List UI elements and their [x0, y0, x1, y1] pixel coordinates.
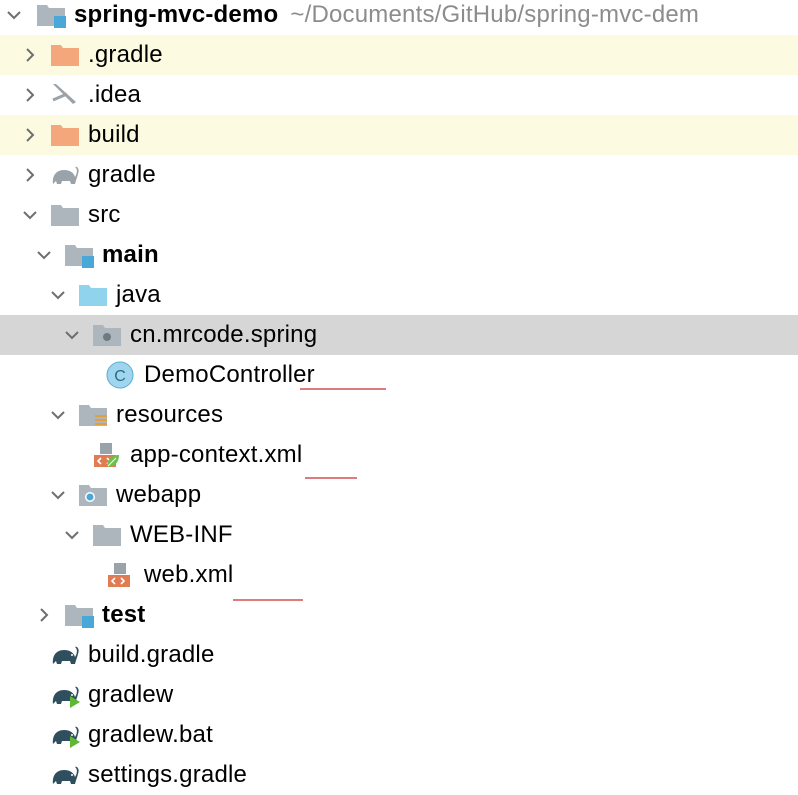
tree-row-idea[interactable]: .idea	[0, 75, 798, 115]
tree-row-main[interactable]: main	[0, 235, 798, 275]
tree-row-demo-controller[interactable]: C DemoController	[0, 355, 798, 395]
tree-item-label: build	[88, 121, 140, 148]
tree-row-web-inf[interactable]: WEB-INF	[0, 515, 798, 555]
chevron-right-icon[interactable]	[34, 605, 54, 625]
tree-item-label: gradlew.bat	[88, 721, 213, 748]
chevron-right-icon[interactable]	[20, 165, 40, 185]
chevron-down-icon[interactable]	[20, 205, 40, 225]
web-folder-icon	[78, 482, 108, 508]
tree-row-test[interactable]: test	[0, 595, 798, 635]
tree-item-label: cn.mrcode.spring	[130, 321, 318, 348]
tree-item-label: .idea	[88, 81, 142, 108]
tree-item-label: build.gradle	[88, 641, 215, 668]
source-folder-icon	[78, 282, 108, 308]
folder-excluded-icon	[50, 122, 80, 148]
project-tree: spring-mvc-demo ~/Documents/GitHub/spring…	[0, 0, 798, 788]
chevron-down-icon[interactable]	[4, 5, 24, 25]
tree-item-label: gradlew	[88, 681, 174, 708]
gradle-wrapper-icon	[50, 722, 80, 748]
tree-row-build-gradle[interactable]: build.gradle	[0, 635, 798, 675]
tree-row-gradle[interactable]: gradle	[0, 155, 798, 195]
chevron-right-icon[interactable]	[20, 125, 40, 145]
tree-item-label: .gradle	[88, 41, 163, 68]
tree-item-label: java	[116, 281, 161, 308]
module-folder-icon	[64, 602, 94, 628]
chevron-down-icon[interactable]	[48, 485, 68, 505]
tree-item-label: web.xml	[144, 561, 234, 588]
tree-item-label: webapp	[116, 481, 202, 508]
gradle-icon	[50, 762, 80, 788]
tree-row-src[interactable]: src	[0, 195, 798, 235]
tree-row-app-context[interactable]: app-context.xml	[0, 435, 798, 479]
idea-settings-icon	[50, 82, 80, 108]
tree-row-gradlew-bat[interactable]: gradlew.bat	[0, 715, 798, 755]
folder-icon	[50, 202, 80, 228]
tree-item-label: src	[88, 201, 121, 228]
folder-excluded-icon	[50, 42, 80, 68]
class-icon: C	[106, 361, 134, 389]
project-name: spring-mvc-demo ~/Documents/GitHub/spring…	[74, 1, 700, 28]
spring-xml-icon	[92, 442, 120, 468]
tree-row-settings-gradle[interactable]: settings.gradle	[0, 755, 798, 795]
tree-row-java[interactable]: java	[0, 275, 798, 315]
module-folder-icon	[64, 242, 94, 268]
tree-row-gradle-cache[interactable]: .gradle	[0, 35, 798, 75]
tree-item-label: main	[102, 241, 159, 268]
gradle-folder-icon	[50, 162, 80, 188]
xml-file-icon	[106, 562, 136, 588]
module-folder-icon	[36, 2, 66, 28]
chevron-right-icon[interactable]	[20, 85, 40, 105]
project-path: ~/Documents/GitHub/spring-mvc-dem	[290, 1, 700, 28]
tree-row-build[interactable]: build	[0, 115, 798, 155]
tree-row-resources[interactable]: resources	[0, 395, 798, 435]
chevron-down-icon[interactable]	[34, 245, 54, 265]
tree-row-web-xml[interactable]: web.xml	[0, 555, 798, 601]
tree-row-webapp[interactable]: webapp	[0, 475, 798, 515]
tree-row-gradlew[interactable]: gradlew	[0, 675, 798, 715]
chevron-down-icon[interactable]	[48, 405, 68, 425]
class-letter: C	[114, 368, 126, 385]
chevron-down-icon[interactable]	[62, 325, 82, 345]
chevron-right-icon[interactable]	[20, 45, 40, 65]
gradle-icon	[50, 642, 80, 668]
package-icon	[92, 322, 122, 348]
tree-item-label: app-context.xml	[130, 441, 303, 468]
tree-row-project-root[interactable]: spring-mvc-demo ~/Documents/GitHub/spring…	[0, 0, 798, 35]
folder-icon	[92, 522, 122, 548]
tree-item-label: test	[102, 601, 146, 628]
spell-underline	[300, 388, 386, 390]
tree-item-label: settings.gradle	[88, 761, 248, 788]
chevron-down-icon[interactable]	[48, 285, 68, 305]
tree-item-label: DemoController	[144, 361, 315, 388]
tree-row-package[interactable]: cn.mrcode.spring	[0, 315, 798, 355]
tree-item-label: WEB-INF	[130, 521, 233, 548]
chevron-down-icon[interactable]	[62, 525, 82, 545]
gradle-wrapper-icon	[50, 682, 80, 708]
resources-folder-icon	[78, 402, 107, 428]
tree-item-label: resources	[116, 401, 224, 428]
tree-item-label: gradle	[88, 161, 156, 188]
